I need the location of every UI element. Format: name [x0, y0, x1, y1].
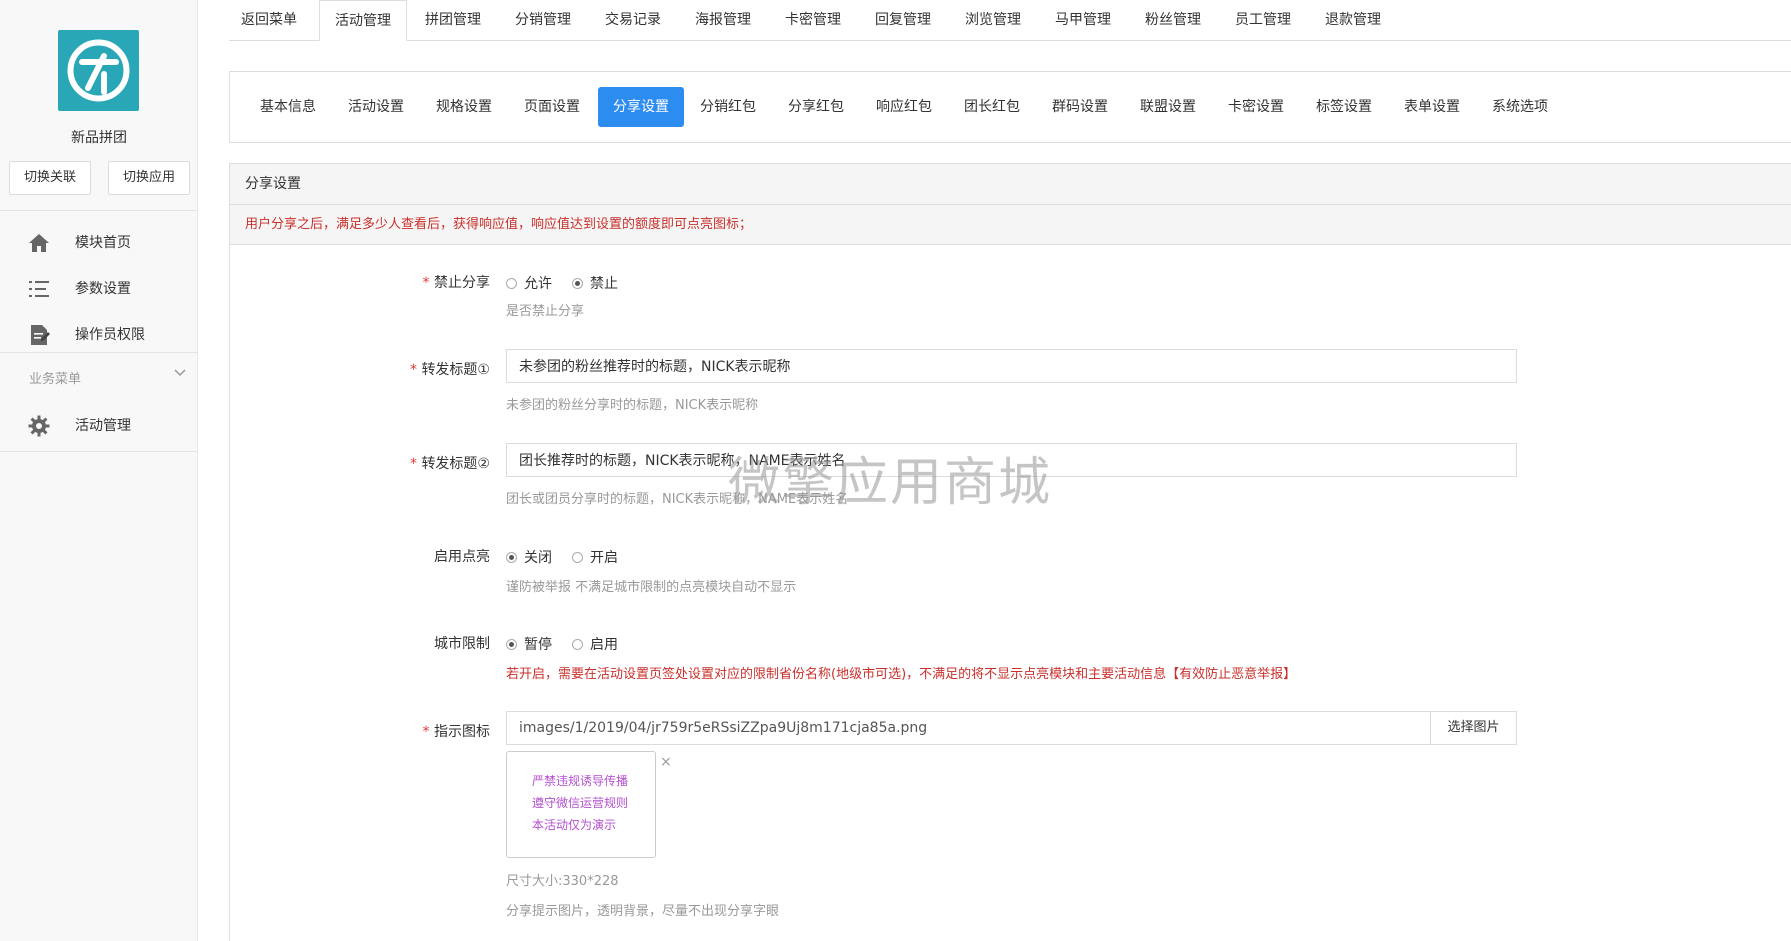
tab-activity-management[interactable]: 活动管理 [319, 0, 407, 41]
enable-light-up-help: 谨防被举报 不满足城市限制的点亮模块自动不显示 [506, 580, 797, 595]
enable-light-up-label: 启用点亮 [434, 549, 490, 565]
enable-light-up-radio-group: 关闭 开启 [506, 547, 638, 567]
city-limit-option-enable[interactable]: 启用 [572, 634, 618, 654]
sidebar-divider [0, 451, 198, 452]
tab-reply-management[interactable]: 回复管理 [859, 0, 947, 41]
top-tabs: 返回菜单 活动管理 拼团管理 分销管理 交易记录 海报管理 卡密管理 回复管理 … [229, 0, 1791, 41]
document-edit-icon [31, 325, 50, 345]
tab-transaction-records[interactable]: 交易记录 [589, 0, 677, 41]
tab-distribution-management[interactable]: 分销管理 [499, 0, 587, 41]
sidebar-divider [0, 210, 198, 211]
preview-text-line: 严禁违规诱导传播 [532, 774, 629, 788]
required-mark: * [409, 362, 417, 378]
indicator-icon-size-hint: 尺寸大小:330*228 [506, 874, 619, 889]
radio-allow[interactable] [506, 277, 517, 289]
chevron-down-icon[interactable] [173, 366, 187, 380]
required-mark: * [422, 275, 430, 291]
tab-back-menu[interactable]: 返回菜单 [229, 0, 309, 41]
tab-tag-settings[interactable]: 标签设置 [1302, 87, 1386, 127]
forward-title-2-help: 团长或团员分享时的标题，NICK表示昵称，NAME表示姓名 [506, 492, 849, 507]
sidebar-item-params[interactable]: 参数设置 [0, 268, 198, 308]
tab-share-settings[interactable]: 分享设置 [598, 87, 684, 127]
tab-page-settings[interactable]: 页面设置 [510, 87, 594, 127]
tab-card-secret-management[interactable]: 卡密管理 [769, 0, 857, 41]
radio-on[interactable] [572, 551, 583, 563]
share-settings-panel: 分享设置 用户分享之后，满足多少人查看后，获得响应值，响应值达到设置的额度即可点… [229, 163, 1791, 941]
city-limit-radio-group: 暂停 启用 [506, 634, 638, 654]
sidebar-divider [0, 352, 198, 353]
sidebar: 新品拼团 切换关联 切换应用 模块首页 参数设置 操作员权限 业务菜单 活动管理 [0, 0, 198, 941]
sidebar-group-title[interactable]: 业务菜单 [29, 368, 81, 387]
tab-activity-settings[interactable]: 活动设置 [334, 87, 418, 127]
forward-title-1-label: * 转发标题① [409, 362, 490, 378]
app-logo-icon [67, 39, 130, 102]
disable-share-option-allow[interactable]: 允许 [506, 273, 552, 293]
forward-title-2-input[interactable] [506, 443, 1517, 477]
preview-text-line: 遵守微信运营规则 [532, 796, 629, 810]
sub-tabs-panel: 基本信息 活动设置 规格设置 页面设置 分享设置 分销红包 分享红包 响应红包 … [229, 71, 1791, 143]
tab-leader-red-packet[interactable]: 团长红包 [950, 87, 1034, 127]
home-icon [29, 234, 49, 252]
sidebar-item-label: 模块首页 [75, 235, 131, 251]
indicator-icon-input-group: 选择图片 [506, 711, 1517, 745]
sidebar-item-activity-management[interactable]: 活动管理 [0, 405, 198, 445]
indicator-icon-preview: 严禁违规诱导传播 遵守微信运营规则 本活动仅为演示 [506, 751, 656, 858]
disable-share-option-forbid[interactable]: 禁止 [572, 273, 618, 293]
tab-refund-management[interactable]: 退款管理 [1309, 0, 1397, 41]
tab-system-options[interactable]: 系统选项 [1478, 87, 1562, 127]
list-icon [29, 281, 49, 297]
radio-enable[interactable] [572, 638, 583, 650]
required-mark: * [409, 456, 417, 472]
indicator-icon-label: * 指示图标 [422, 724, 490, 740]
tab-alliance-settings[interactable]: 联盟设置 [1126, 87, 1210, 127]
app-name: 新品拼团 [71, 130, 127, 146]
disable-share-help: 是否禁止分享 [506, 304, 585, 319]
tab-group-qrcode-settings[interactable]: 群码设置 [1038, 87, 1122, 127]
city-limit-label: 城市限制 [434, 636, 490, 652]
app-logo [58, 30, 139, 111]
sidebar-item-label: 操作员权限 [75, 327, 145, 343]
forward-title-1-input[interactable] [506, 349, 1517, 383]
tab-distribution-red-packet[interactable]: 分销红包 [686, 87, 770, 127]
disable-share-radio-group: 允许 禁止 [506, 273, 638, 293]
city-limit-help: 若开启，需要在活动设置页签处设置对应的限制省份名称(地级市可选)，不满足的将不显… [506, 667, 1297, 682]
sidebar-item-label: 活动管理 [75, 418, 131, 434]
indicator-icon-help: 分享提示图片，透明背景，尽量不出现分享字眼 [506, 904, 780, 919]
sidebar-item-operator-permissions[interactable]: 操作员权限 [0, 314, 198, 354]
radio-pause[interactable] [506, 638, 517, 650]
preview-text-line: 本活动仅为演示 [532, 818, 617, 832]
sidebar-item-module-home[interactable]: 模块首页 [0, 222, 198, 262]
city-limit-option-pause[interactable]: 暂停 [506, 634, 552, 654]
select-image-button[interactable]: 选择图片 [1430, 711, 1517, 745]
panel-title: 分享设置 [230, 164, 1791, 205]
tab-spec-settings[interactable]: 规格设置 [422, 87, 506, 127]
tab-browse-management[interactable]: 浏览管理 [949, 0, 1037, 41]
switch-association-button[interactable]: 切换关联 [9, 161, 91, 195]
light-up-option-off[interactable]: 关闭 [506, 547, 552, 567]
tab-fans-management[interactable]: 粉丝管理 [1129, 0, 1217, 41]
tab-card-secret-settings[interactable]: 卡密设置 [1214, 87, 1298, 127]
disable-share-label: * 禁止分享 [422, 275, 490, 291]
tab-basic-info[interactable]: 基本信息 [246, 87, 330, 127]
gear-icon [28, 415, 50, 437]
forward-title-2-label: * 转发标题② [409, 456, 490, 472]
required-mark: * [422, 724, 430, 740]
tab-share-red-packet[interactable]: 分享红包 [774, 87, 858, 127]
tab-response-red-packet[interactable]: 响应红包 [862, 87, 946, 127]
forward-title-1-help: 未参团的粉丝分享时的标题，NICK表示昵称 [506, 398, 759, 413]
remove-image-icon[interactable]: × [660, 754, 672, 770]
sidebar-item-label: 参数设置 [75, 281, 131, 297]
tab-vest-management[interactable]: 马甲管理 [1039, 0, 1127, 41]
indicator-icon-path-input[interactable] [506, 711, 1431, 745]
tab-form-settings[interactable]: 表单设置 [1390, 87, 1474, 127]
panel-notice: 用户分享之后，满足多少人查看后，获得响应值，响应值达到设置的额度即可点亮图标； [230, 205, 1791, 245]
radio-off[interactable] [506, 551, 517, 563]
light-up-option-on[interactable]: 开启 [572, 547, 618, 567]
switch-app-button[interactable]: 切换应用 [108, 161, 190, 195]
tab-poster-management[interactable]: 海报管理 [679, 0, 767, 41]
radio-forbid[interactable] [572, 277, 583, 289]
tab-staff-management[interactable]: 员工管理 [1219, 0, 1307, 41]
tab-group-buy-management[interactable]: 拼团管理 [409, 0, 497, 41]
